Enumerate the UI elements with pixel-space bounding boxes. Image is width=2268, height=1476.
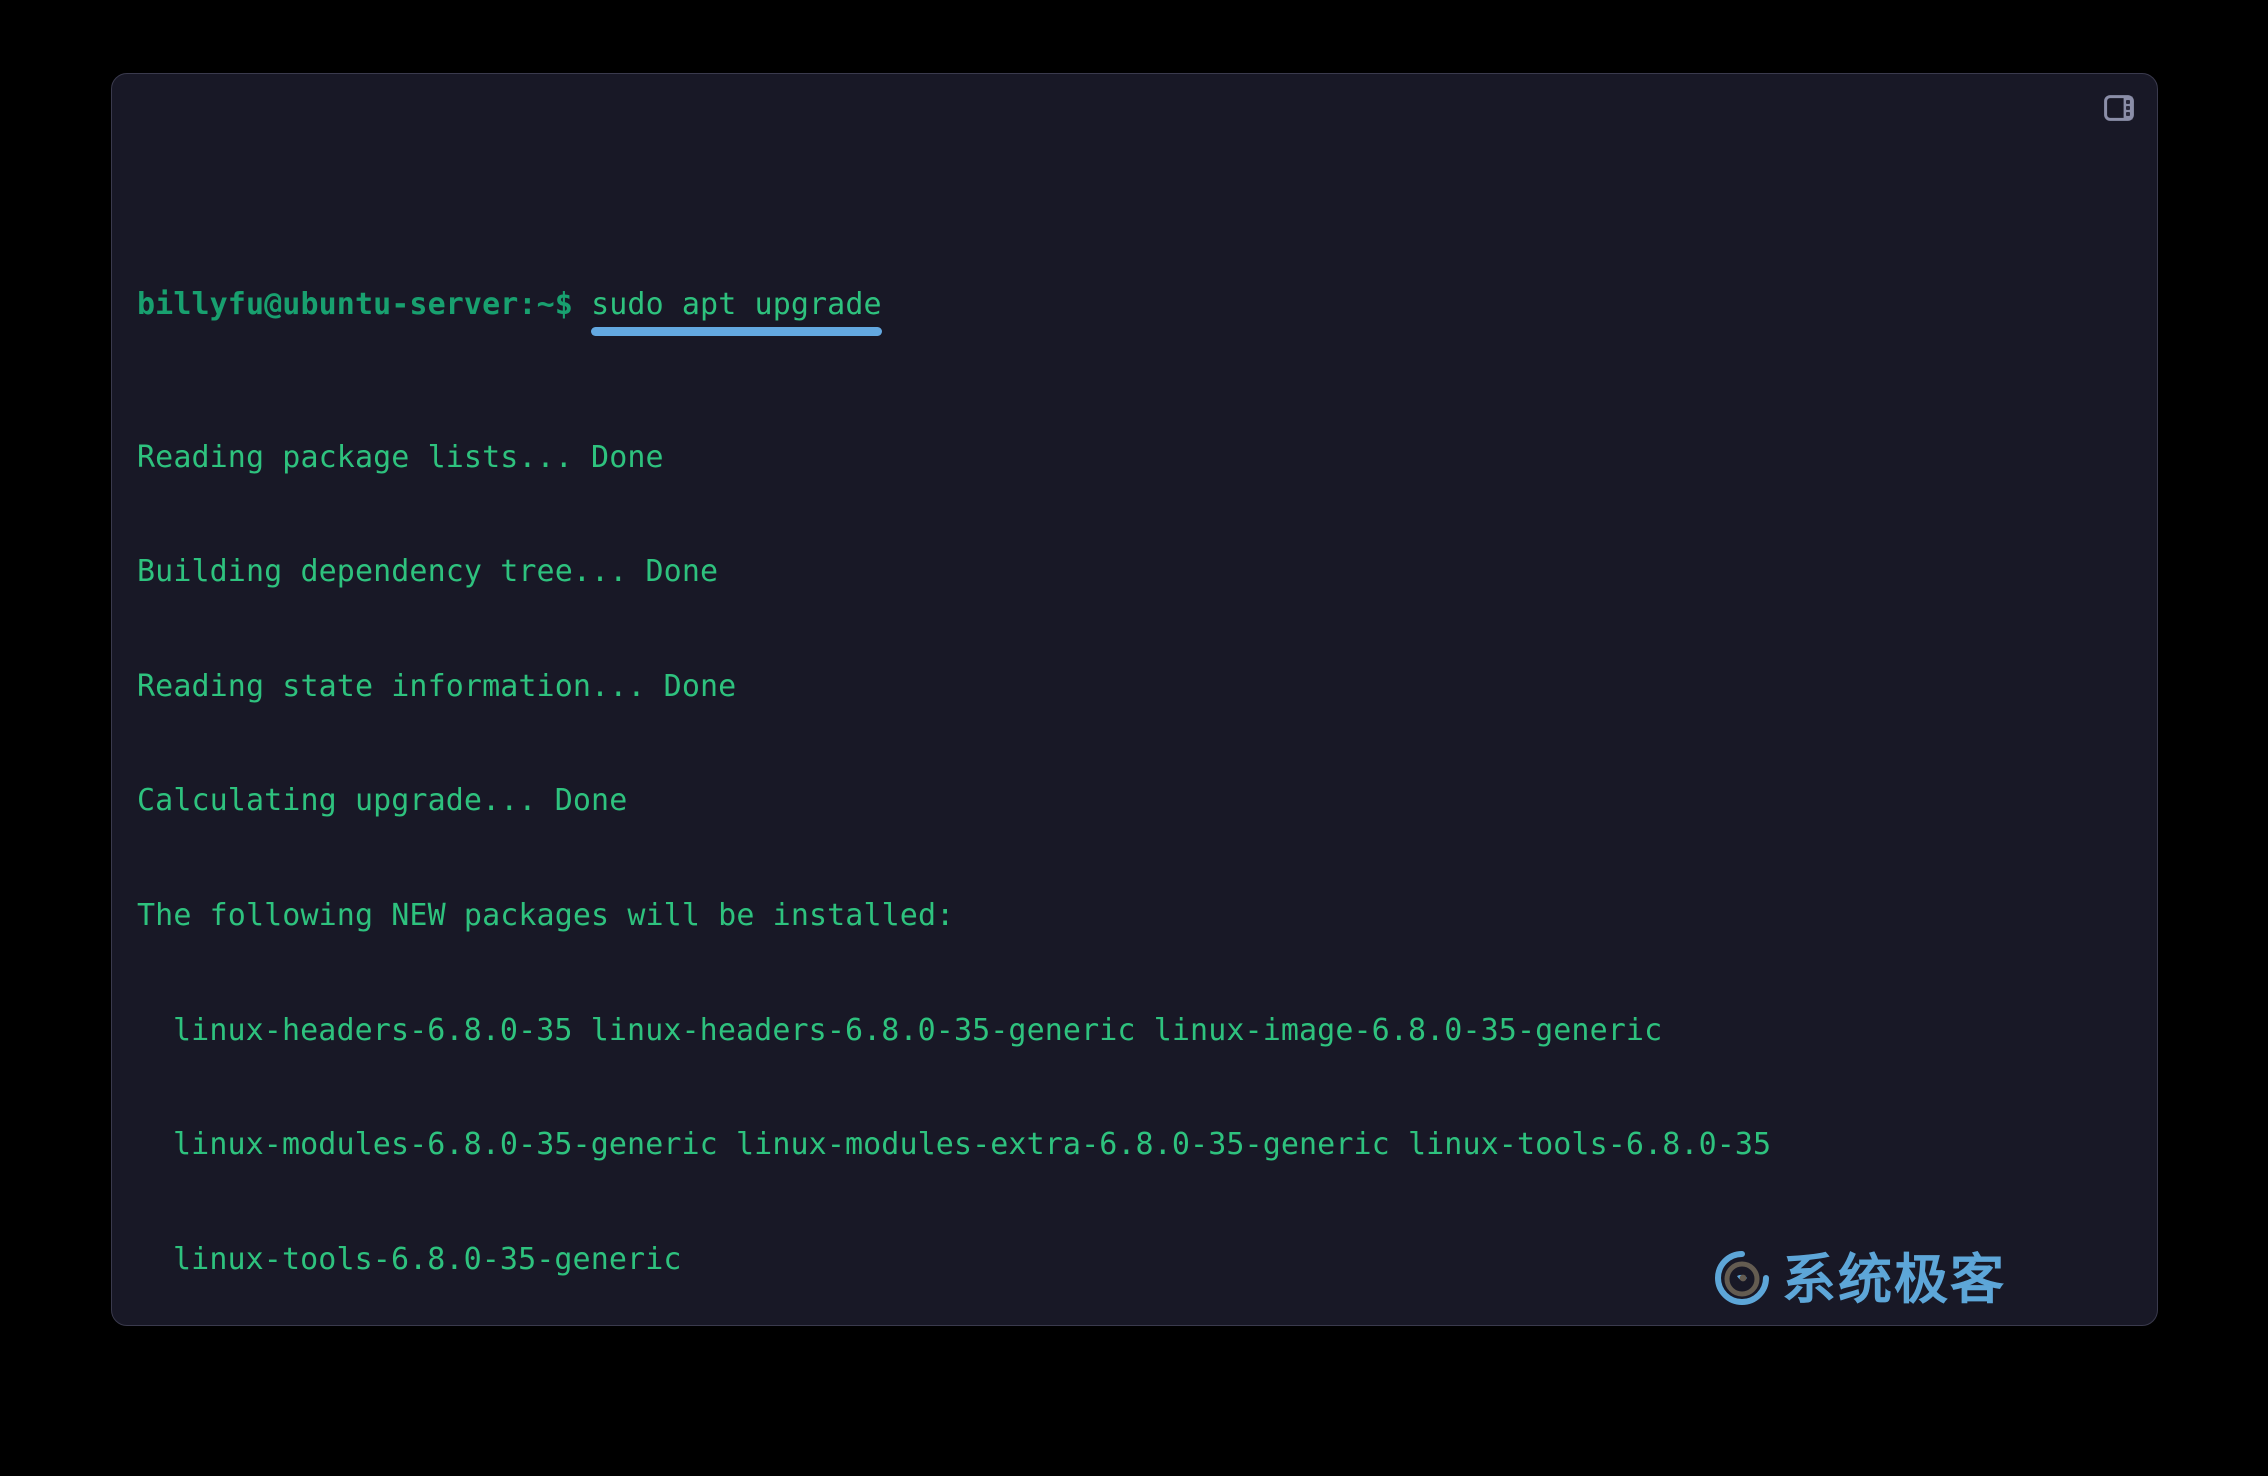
terminal-output[interactable]: billyfu@ubuntu-server:~$ sudo apt upgrad… <box>137 133 2147 1319</box>
panel-layout-icon[interactable] <box>2097 88 2141 128</box>
typed-command[interactable]: sudo apt upgrade <box>591 286 882 337</box>
output-line-package: linux-tools-6.8.0-35-generic <box>173 1241 682 1277</box>
output-line-package: linux-headers-6.8.0-35 linux-headers-6.8… <box>173 1012 1663 1048</box>
output-line: Reading package lists... Done <box>137 439 664 475</box>
typed-command-text: sudo apt upgrade <box>591 286 882 322</box>
output-line-new-packages-header: The following NEW packages will be insta… <box>137 897 955 933</box>
command-underline <box>591 327 882 337</box>
output-line: Building dependency tree... Done <box>137 554 719 590</box>
command-prompt-line: billyfu@ubuntu-server:~$ sudo apt upgrad… <box>137 286 2147 337</box>
output-line: Calculating upgrade... Done <box>137 783 628 819</box>
terminal-window: billyfu@ubuntu-server:~$ sudo apt upgrad… <box>111 73 2158 1326</box>
prompt-user-host: billyfu@ubuntu-server <box>137 286 519 322</box>
output-line: Reading state information... Done <box>137 668 737 704</box>
prompt-path-symbol: :~$ <box>518 286 573 322</box>
output-line-package: linux-modules-6.8.0-35-generic linux-mod… <box>173 1127 1772 1163</box>
